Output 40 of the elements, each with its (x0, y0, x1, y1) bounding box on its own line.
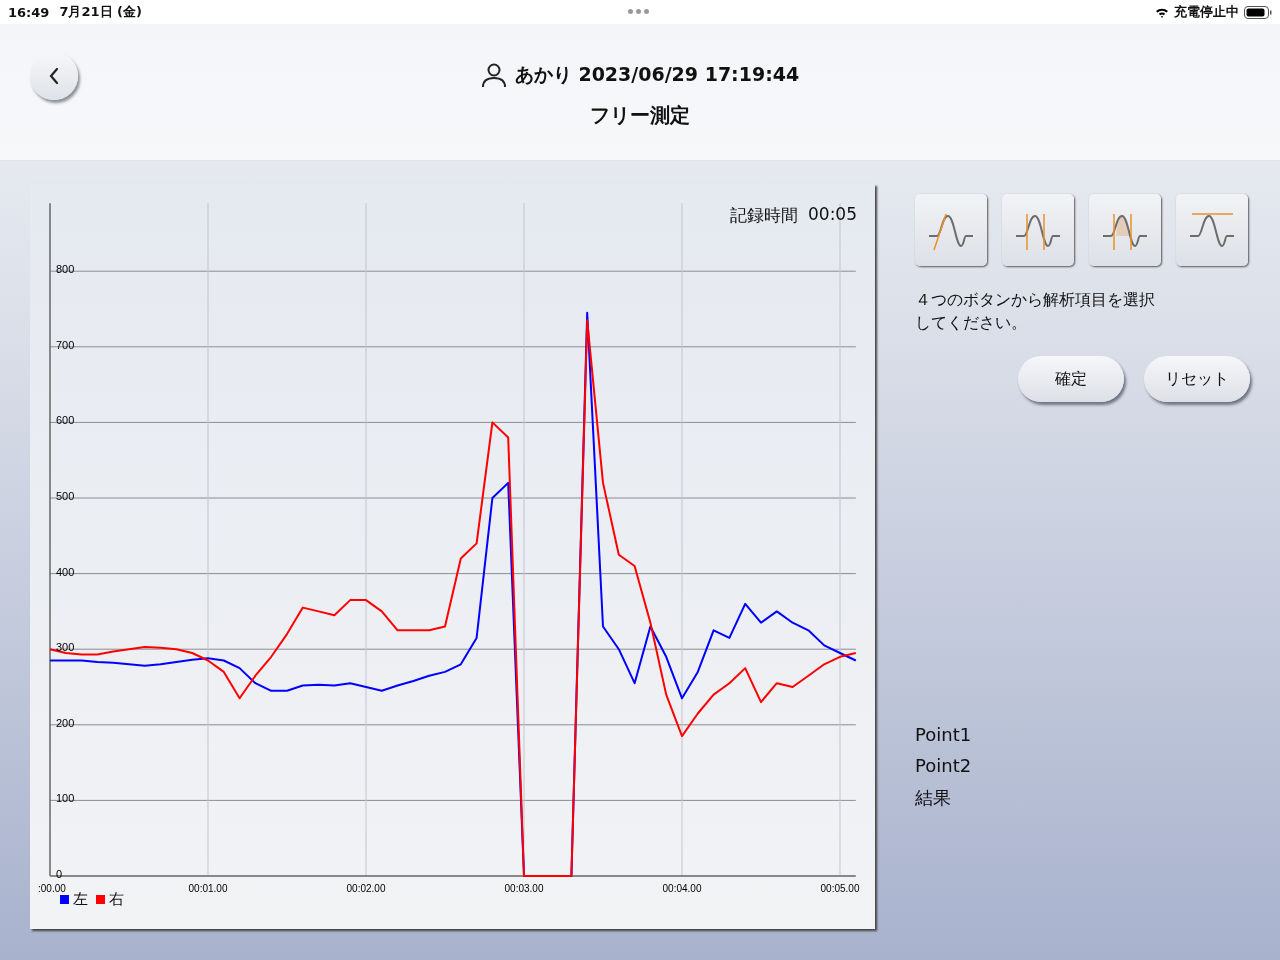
record-time-label: 記録時間 (730, 204, 798, 227)
status-time: 16:49 (8, 4, 50, 20)
x-tick-label: 00:04.00 (662, 883, 702, 894)
analysis-button[interactable] (1176, 194, 1248, 266)
legend-label: 左 (73, 890, 88, 909)
y-tick-label: 300 (56, 641, 75, 654)
y-tick-label: 100 (56, 792, 75, 805)
instruction-text: ４つのボタンから解析項目を選択してください。 (915, 289, 1156, 334)
analysis-button[interactable] (1089, 194, 1161, 266)
battery-icon (1244, 5, 1272, 19)
analysis-button[interactable] (1002, 194, 1074, 266)
action-button[interactable]: 確定 (1018, 356, 1124, 402)
y-tick-label: 800 (56, 263, 75, 276)
x-tick-label: 00:05.00 (820, 883, 860, 894)
y-tick-label: 600 (56, 414, 75, 427)
y-tick-label: 500 (56, 490, 75, 502)
charging-status: 充電停止中 (1174, 3, 1239, 21)
action-button[interactable]: リセット (1144, 356, 1250, 402)
result-label: Point2 (915, 755, 973, 776)
chevron-left-icon (48, 67, 60, 85)
y-tick-label: 0 (56, 868, 63, 880)
more-dots-icon[interactable] (628, 9, 649, 14)
status-date: 7月21日 (金) (59, 3, 142, 21)
record-time-value: 00:05 (808, 204, 857, 226)
wifi-icon (1155, 6, 1169, 18)
user-session-title: あかり 2023/06/29 17:19:44 (514, 62, 800, 87)
back-button[interactable] (30, 52, 78, 100)
y-tick-label: 700 (56, 338, 75, 351)
x-tick-label: :00.00 (38, 883, 66, 894)
x-tick-label: 00:03.00 (504, 883, 544, 894)
y-tick-label: 200 (56, 716, 75, 729)
x-tick-label: 00:01.00 (188, 883, 228, 894)
result-label: Point1 (915, 724, 973, 745)
person-icon (480, 62, 507, 88)
y-tick-label: 400 (56, 565, 75, 578)
x-tick-label: 00:02.00 (346, 883, 386, 894)
analysis-button[interactable] (915, 194, 987, 266)
page-title: フリー測定 (590, 102, 690, 129)
legend-label: 右 (109, 890, 124, 909)
result-label: 結果 (915, 786, 952, 810)
